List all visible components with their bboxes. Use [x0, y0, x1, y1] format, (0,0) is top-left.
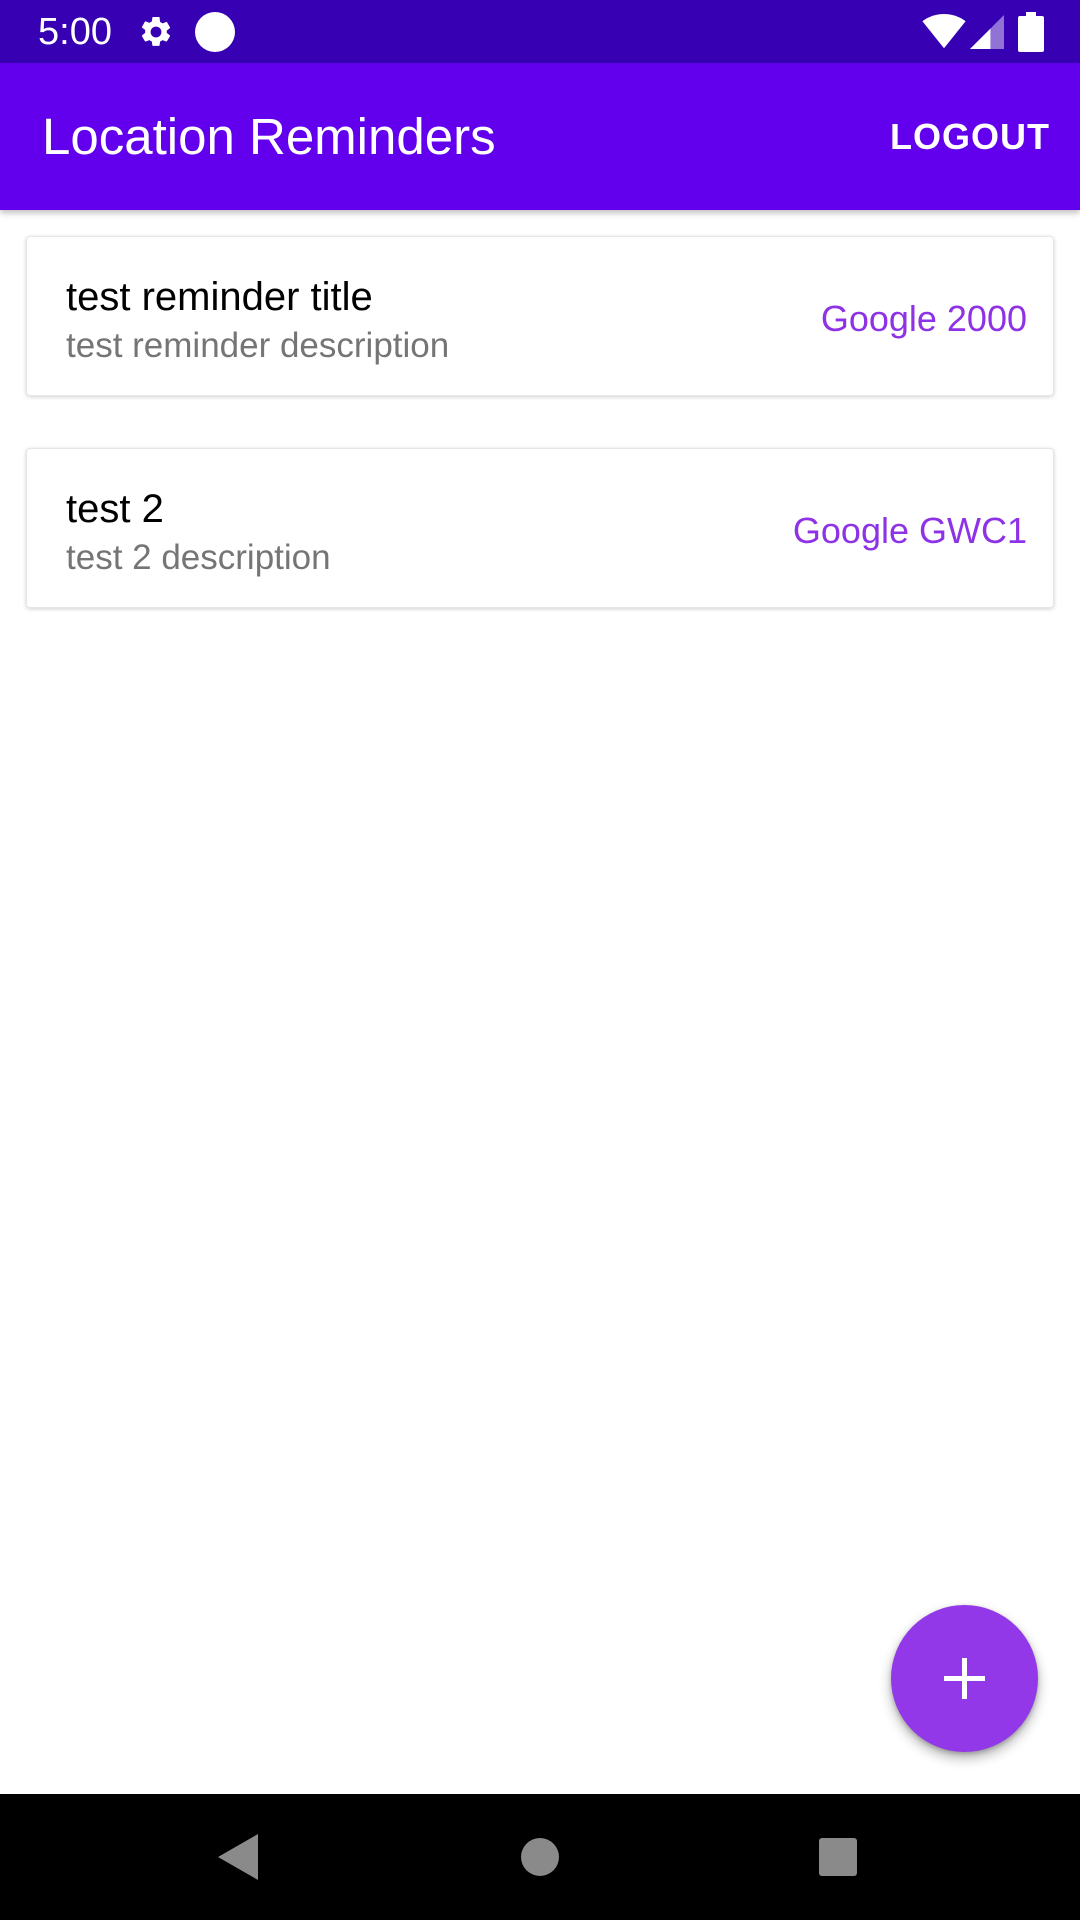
- reminder-location: Google GWC1: [792, 510, 1027, 551]
- status-bar: 5:00: [0, 0, 1080, 63]
- screen: 5:00 Location Reminders LOGOUT test remi…: [0, 0, 1080, 1920]
- status-time: 5:00: [38, 11, 112, 53]
- plus-icon: [944, 1658, 985, 1699]
- reminder-card[interactable]: test reminder title test reminder descri…: [26, 236, 1054, 396]
- recents-icon[interactable]: [818, 1837, 858, 1877]
- app-bar: Location Reminders LOGOUT: [0, 63, 1080, 210]
- reminder-card[interactable]: test 2 test 2 description Google GWC1: [26, 448, 1054, 608]
- back-icon[interactable]: [218, 1834, 258, 1880]
- navigation-bar: [0, 1794, 1080, 1920]
- reminder-description: test reminder description: [66, 326, 450, 365]
- reminder-description: test 2 description: [66, 538, 331, 577]
- reminder-title: test reminder title: [66, 275, 373, 319]
- signal-icon: [970, 15, 1004, 49]
- circle-notification-icon: [195, 12, 235, 52]
- add-reminder-button[interactable]: [891, 1605, 1038, 1752]
- reminder-location: Google 2000: [820, 298, 1027, 339]
- battery-icon: [1018, 12, 1044, 52]
- wifi-icon: [922, 14, 966, 49]
- gear-icon: [141, 16, 171, 46]
- logout-button[interactable]: LOGOUT: [890, 107, 1050, 167]
- reminder-title: test 2: [66, 487, 164, 531]
- page-title: Location Reminders: [42, 108, 496, 165]
- home-icon[interactable]: [520, 1837, 560, 1877]
